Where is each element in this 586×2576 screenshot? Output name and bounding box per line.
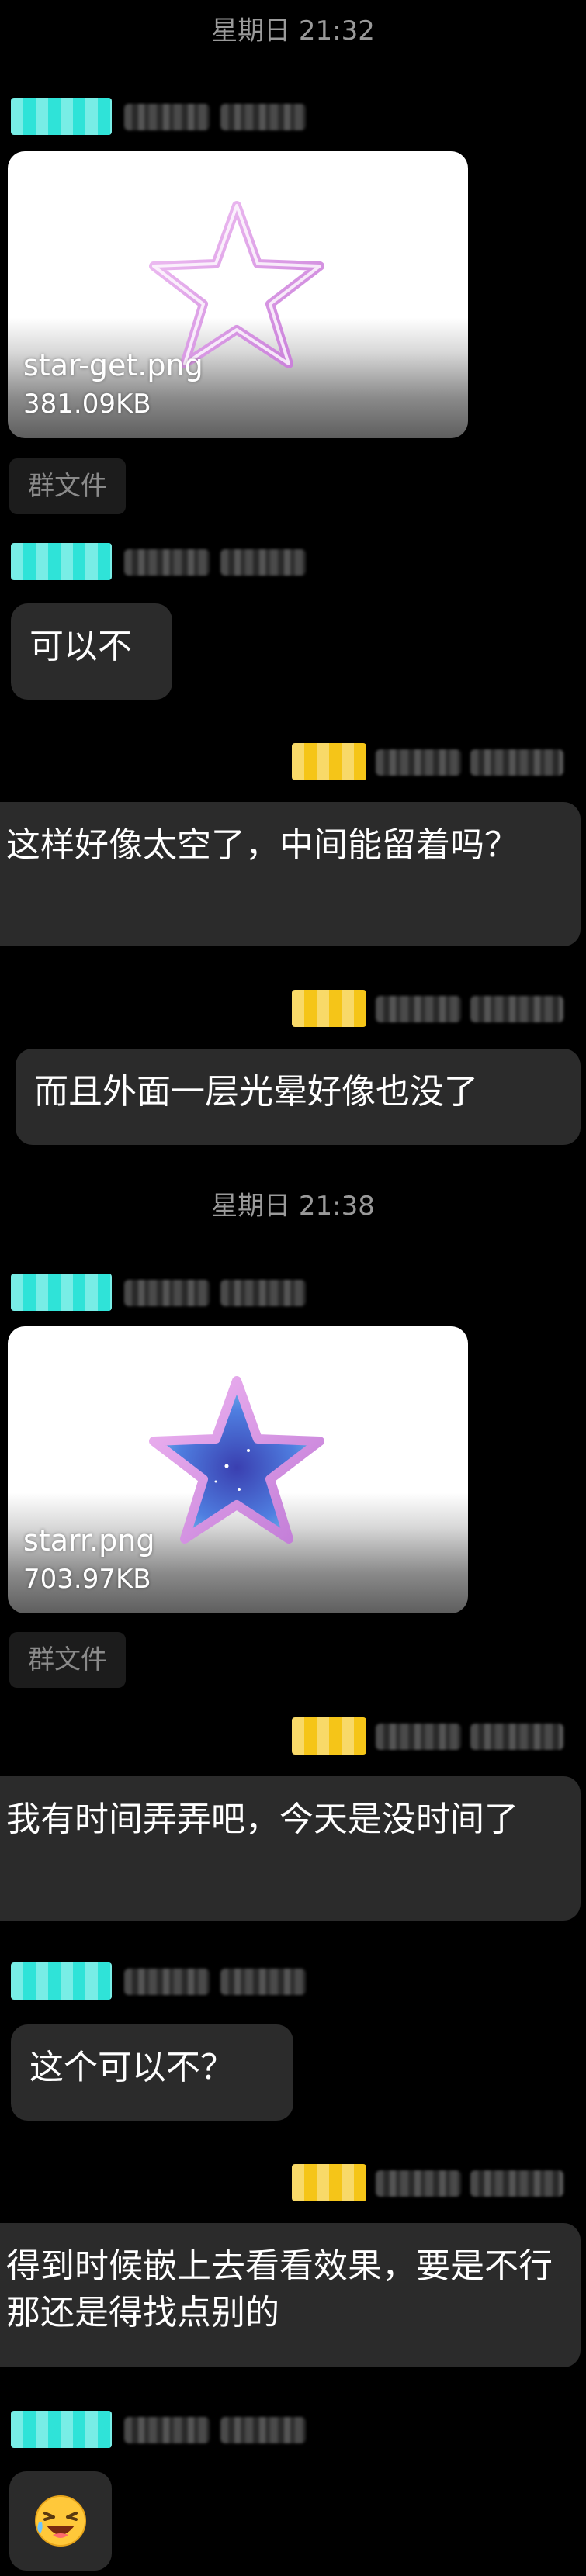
- laughing-emoji-icon: [35, 2495, 86, 2547]
- timestamp: 星期日 21:32: [211, 16, 375, 47]
- message-bubble: 这个可以不？: [11, 2024, 293, 2121]
- message-bubble: 我有时间弄弄吧，今天是没时间了: [0, 1776, 581, 1921]
- file-name: starr.png: [23, 1523, 155, 1558]
- sender-name-blurred: [470, 996, 563, 1022]
- sender-name-blurred: [124, 1280, 210, 1306]
- sender-tag: [292, 2164, 366, 2201]
- sender-tag: [292, 990, 366, 1027]
- sender-name-blurred: [220, 549, 306, 576]
- sender-name-blurred: [376, 996, 461, 1022]
- sender-tag: [292, 743, 366, 780]
- message-bubble: 而且外面一层光晕好像也没了: [16, 1049, 581, 1145]
- sender-name-blurred: [124, 549, 210, 576]
- sender-tag: [11, 98, 112, 135]
- sender-name-blurred: [124, 104, 210, 130]
- sender-name-blurred: [124, 1969, 210, 1995]
- sender-name-blurred: [220, 1969, 306, 1995]
- sender-name-blurred: [470, 1724, 563, 1750]
- sender-name-blurred: [470, 2170, 563, 2197]
- sender-tag: [11, 1962, 112, 2000]
- message-bubble: 得到时候嵌上去看看效果，要是不行那还是得找点别的: [0, 2223, 581, 2367]
- sender-tag: [11, 2411, 112, 2448]
- star-filled-icon: [149, 1376, 324, 1544]
- group-file-badge[interactable]: 群文件: [9, 458, 126, 514]
- sender-name-blurred: [376, 2170, 461, 2197]
- file-name: star-get.png: [23, 348, 203, 382]
- message-bubble: 这样好像太空了，中间能留着吗？: [0, 802, 581, 946]
- file-size: 703.97KB: [23, 1564, 151, 1595]
- sender-name-blurred: [220, 2417, 306, 2443]
- sender-name-blurred: [470, 749, 563, 776]
- sender-name-blurred: [376, 1724, 461, 1750]
- emoji-message: [9, 2471, 112, 2571]
- sender-name-blurred: [376, 749, 461, 776]
- file-card[interactable]: starr.png 703.97KB: [8, 1326, 468, 1613]
- file-card[interactable]: star-get.png 381.09KB: [8, 151, 468, 438]
- sender-name-blurred: [220, 104, 306, 130]
- sender-tag: [11, 543, 112, 580]
- file-size: 381.09KB: [23, 389, 151, 420]
- group-file-badge[interactable]: 群文件: [9, 1632, 126, 1688]
- sender-name-blurred: [220, 1280, 306, 1306]
- sender-tag: [292, 1717, 366, 1755]
- message-bubble: 可以不: [11, 603, 172, 700]
- chat-window: 星期日 21:32 star-get.png 381.09KB 群文件 可以不 …: [0, 0, 586, 2576]
- timestamp: 星期日 21:38: [211, 1191, 375, 1222]
- sender-name-blurred: [124, 2417, 210, 2443]
- sender-tag: [11, 1274, 112, 1311]
